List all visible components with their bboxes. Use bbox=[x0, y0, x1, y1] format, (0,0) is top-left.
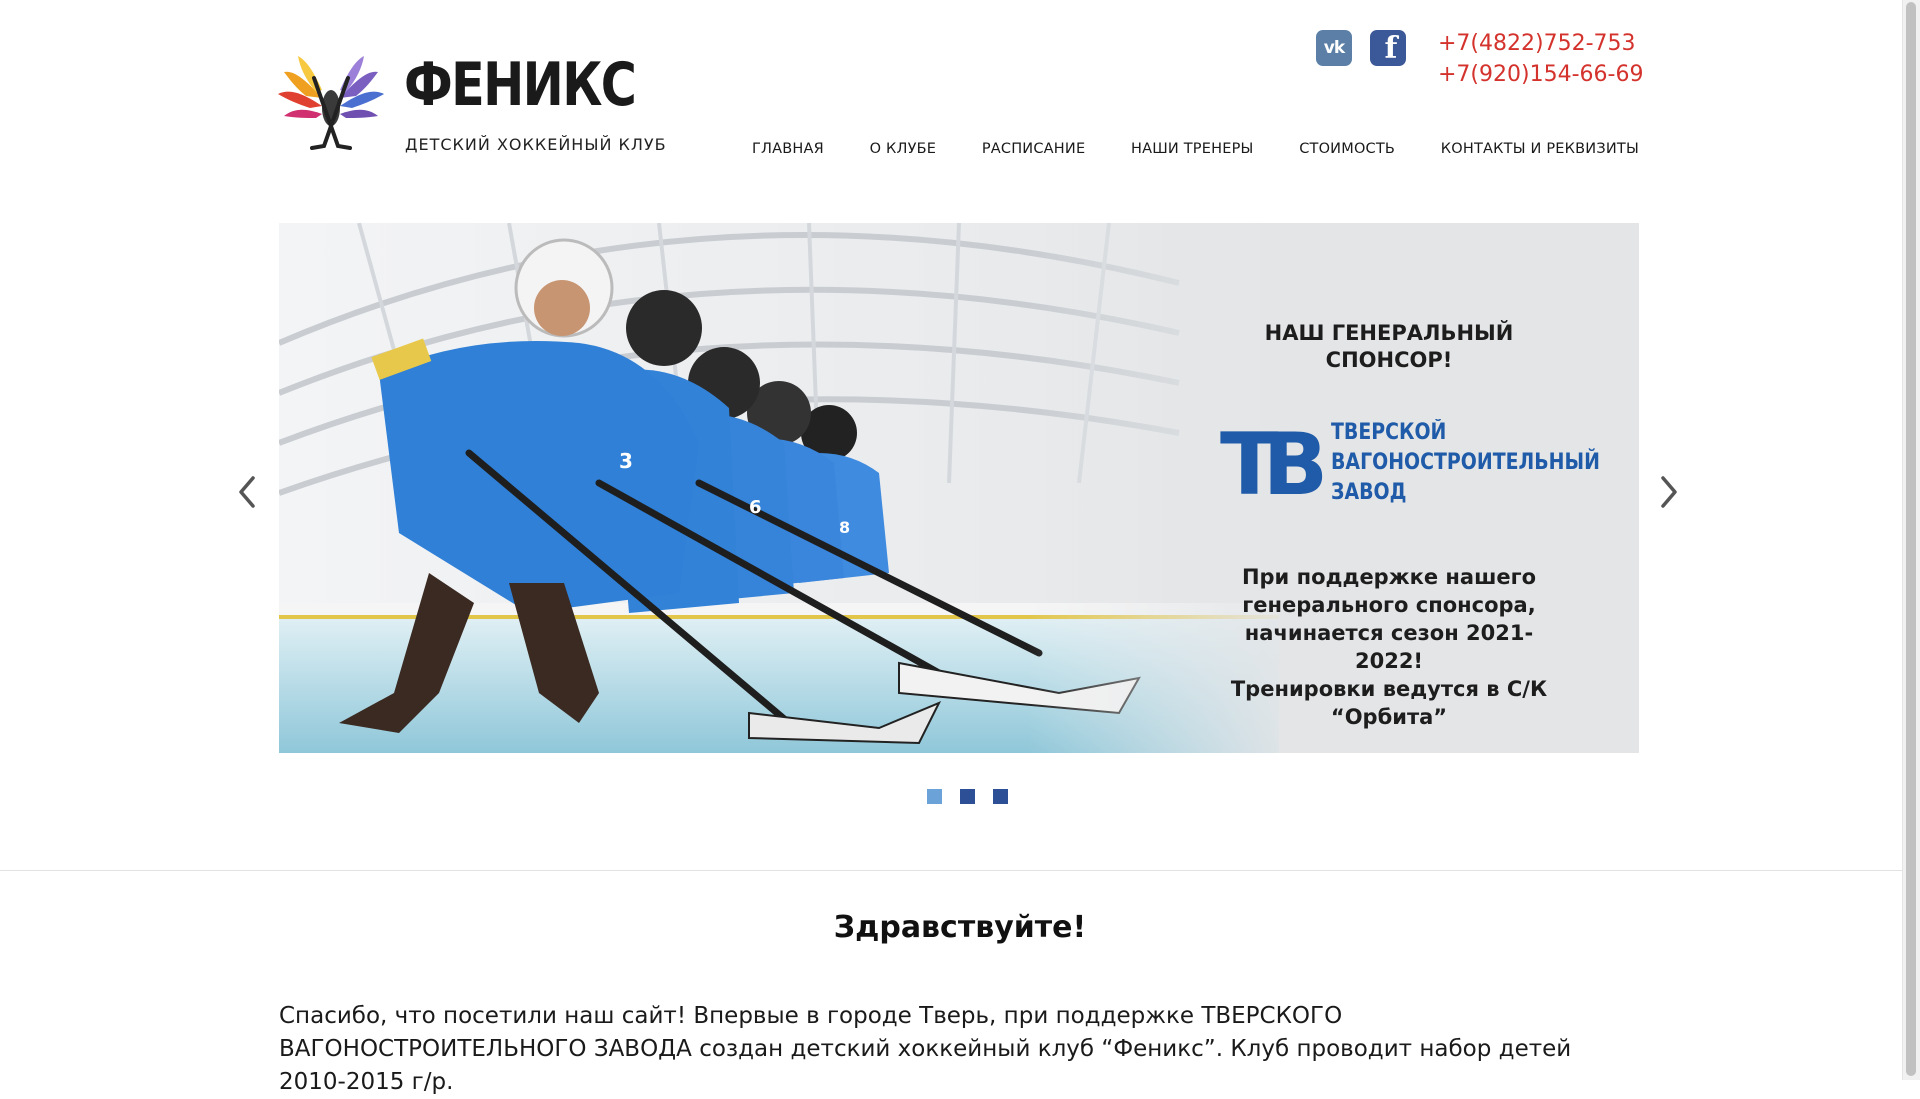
nav-item-prices[interactable]: СТОИМОСТЬ bbox=[1299, 141, 1395, 157]
chevron-left-icon bbox=[239, 476, 255, 508]
phoenix-logo-icon bbox=[278, 56, 384, 150]
phone-numbers: +7(4822)752-753 +7(920)154-66-69 bbox=[1438, 28, 1643, 90]
sponsor-desc-line-3: начинается сезон 2021-2022! bbox=[1244, 621, 1534, 673]
sponsor-desc-line-5: “Орбита” bbox=[1330, 705, 1448, 729]
vk-icon-label: vk bbox=[1323, 38, 1345, 58]
sponsor-desc-line-1: При поддержке нашего bbox=[1241, 565, 1537, 589]
sponsor-description: При поддержке нашего генерального спонсо… bbox=[1219, 563, 1559, 731]
slider-pagination bbox=[927, 789, 1008, 804]
vk-icon[interactable]: vk bbox=[1316, 30, 1352, 66]
phone-link-2[interactable]: +7(920)154-66-69 bbox=[1438, 59, 1643, 90]
sponsor-name: ТВЕРСКОЙ ВАГОНОСТРОИТЕЛЬНЫЙ ЗАВОД bbox=[1331, 418, 1600, 508]
sponsor-desc-line-4: Тренировки ведутся в С/К bbox=[1230, 677, 1548, 701]
sponsor-heading-line-1: НАШ ГЕНЕРАЛЬНЫЙ bbox=[1264, 321, 1514, 345]
slider-dot-2[interactable] bbox=[960, 789, 975, 804]
greeting-heading: Здравствуйте! bbox=[833, 910, 1087, 945]
slider-next-button[interactable] bbox=[1655, 474, 1683, 510]
sponsor-heading: НАШ ГЕНЕРАЛЬНЫЙ СПОНСОР! bbox=[1219, 320, 1559, 374]
brand-subtitle: ДЕТСКИЙ ХОККЕЙНЫЙ КЛУБ bbox=[405, 135, 667, 154]
intro-paragraph: Спасибо, что посетили наш сайт! Впервые … bbox=[279, 1003, 1572, 1095]
nav-item-coaches[interactable]: НАШИ ТРЕНЕРЫ bbox=[1131, 141, 1254, 157]
main-nav: ГЛАВНАЯ О КЛУБЕ РАСПИСАНИЕ НАШИ ТРЕНЕРЫ … bbox=[752, 141, 1639, 157]
facebook-icon[interactable]: f bbox=[1370, 30, 1406, 66]
slider-prev-button[interactable] bbox=[233, 474, 261, 510]
brand-name: ФЕНИКС bbox=[404, 50, 637, 120]
slider-dot-3[interactable] bbox=[993, 789, 1008, 804]
phone-link-1[interactable]: +7(4822)752-753 bbox=[1438, 28, 1643, 59]
tvz-logo-icon: ТВ bbox=[1220, 415, 1328, 504]
nav-item-contacts[interactable]: КОНТАКТЫ И РЕКВИЗИТЫ bbox=[1441, 141, 1639, 157]
social-links: vk f bbox=[1316, 30, 1406, 66]
facebook-icon-label: f bbox=[1384, 31, 1398, 66]
scrollbar-thumb[interactable] bbox=[1906, 2, 1916, 1076]
chevron-right-icon bbox=[1661, 476, 1677, 508]
sponsor-name-line-2: ВАГОНОСТРОИТЕЛЬНЫЙ bbox=[1331, 450, 1600, 475]
slider-dot-1[interactable] bbox=[927, 789, 942, 804]
sponsor-desc-line-2: генерального спонсора, bbox=[1242, 593, 1536, 617]
nav-item-about[interactable]: О КЛУБЕ bbox=[870, 141, 937, 157]
section-divider bbox=[0, 870, 1903, 871]
sponsor-name-line-1: ТВЕРСКОЙ bbox=[1331, 420, 1447, 445]
sponsor-heading-line-2: СПОНСОР! bbox=[1325, 348, 1453, 372]
nav-item-home[interactable]: ГЛАВНАЯ bbox=[752, 141, 824, 157]
sponsor-name-line-3: ЗАВОД bbox=[1331, 480, 1407, 505]
tvz-logo-letters: ТВ bbox=[1220, 415, 1323, 504]
page-scrollbar[interactable] bbox=[1902, 0, 1920, 1080]
nav-item-schedule[interactable]: РАСПИСАНИЕ bbox=[982, 141, 1086, 157]
site-logo[interactable] bbox=[276, 50, 386, 160]
